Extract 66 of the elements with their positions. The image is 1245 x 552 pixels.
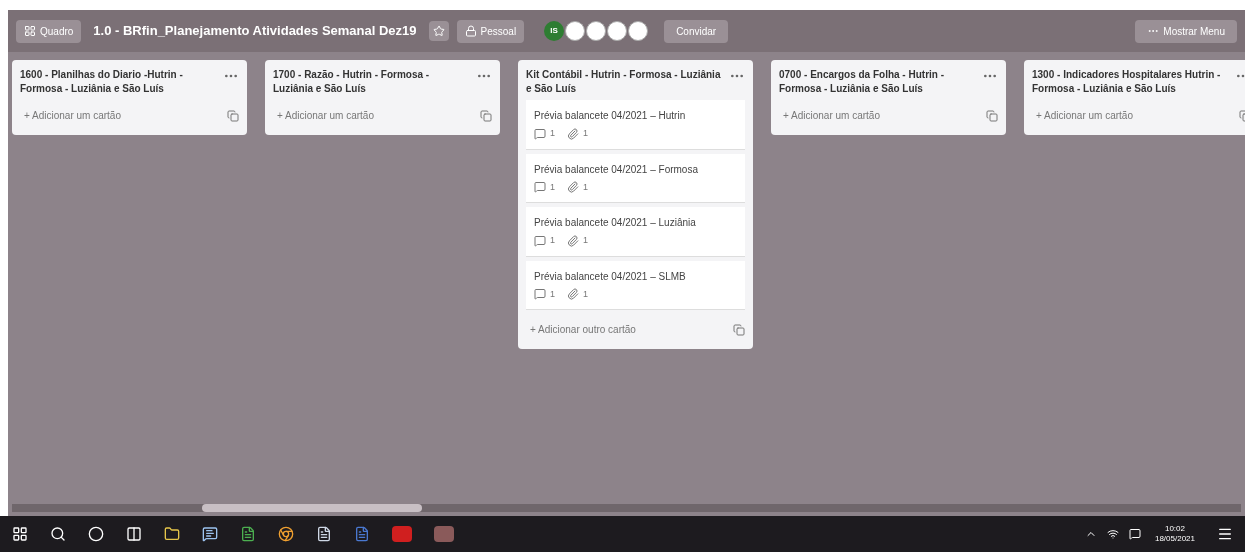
comment-count: 1 [550, 127, 555, 140]
list-title: 1700 - Razão - Hutrin - Formosa - Luziânia e São Luís [273, 68, 431, 96]
board-title: 1.0 - BRfin_Planejamento Atividades Semanal Dez19 [92, 22, 418, 41]
comment-icon [534, 288, 546, 301]
add-card-button[interactable]: + Adicionar um cartão [273, 104, 378, 127]
template-icon[interactable] [480, 109, 492, 122]
circle-icon[interactable] [88, 526, 104, 542]
member-avatar[interactable] [565, 21, 586, 41]
document-icon[interactable] [316, 526, 332, 542]
board-icon [24, 25, 36, 37]
card[interactable]: Prévia balancete 04/2021 – Luziânia 1 1 [526, 207, 745, 257]
member-avatar[interactable] [628, 21, 649, 41]
paperclip-icon [567, 127, 579, 140]
comment-count: 1 [550, 234, 555, 247]
list-title: Kit Contábil - Hutrin - Formosa - Luziânia e São Luís [526, 68, 721, 96]
comment-icon [534, 234, 546, 247]
folder-icon[interactable] [164, 526, 180, 542]
add-card-button[interactable]: + Adicionar outro cartão [526, 318, 640, 341]
paperclip-icon [567, 288, 579, 301]
template-icon[interactable] [986, 109, 998, 122]
card-title: Prévia balancete 04/2021 – SLMB [534, 269, 687, 284]
attachment-count: 1 [583, 127, 589, 140]
comment-count: 1 [550, 287, 555, 301]
board-button[interactable]: Quadro [16, 19, 82, 43]
clock-date[interactable]: 18/05/2021 [1154, 534, 1195, 544]
card-title: Prévia balancete 04/2021 – Luziânia [534, 216, 697, 230]
list-title: 1600 - Planilhas do Diario -Hutrin - Formosa - Luziânia e São Luís [20, 68, 184, 96]
member-avatar[interactable] [586, 21, 607, 41]
card-title: Prévia balancete 04/2021 – Formosa [534, 162, 699, 177]
star-button[interactable] [428, 21, 449, 41]
comment-icon [534, 181, 546, 194]
list-title: 1300 - Indicadores Hospitalares Hutrin - Formosa - Luziânia e São Luís [1032, 68, 1222, 96]
card[interactable]: Prévia balancete 04/2021 – Formosa 1 1 [526, 153, 745, 203]
comment-count: 1 [550, 180, 555, 194]
add-card-button[interactable]: + Adicionar um cartão [779, 104, 884, 127]
template-icon[interactable] [227, 109, 239, 122]
list-title: 0700 - Encargos da Folha - Hutrin - Formosa - Luziânia e São Luís [779, 68, 946, 96]
star-icon [432, 25, 445, 37]
add-card-button[interactable]: + Adicionar um cartão [20, 104, 125, 127]
windows-start-icon[interactable] [12, 526, 28, 542]
attachment-count: 1 [583, 287, 589, 301]
comment-icon [534, 127, 546, 140]
task-view-icon[interactable] [126, 526, 142, 542]
clock-time[interactable]: 10:02 [1164, 524, 1185, 534]
show-menu-button[interactable]: Mostrar Menu [1135, 19, 1237, 43]
browser-icon[interactable] [278, 526, 294, 542]
card[interactable]: Prévia balancete 04/2021 – Hutrin 1 1 [526, 100, 745, 150]
invite-button[interactable]: Convidar [664, 19, 729, 43]
scrollbar-thumb[interactable] [202, 504, 422, 512]
template-icon[interactable] [733, 323, 745, 336]
attachment-count: 1 [583, 234, 589, 247]
search-icon[interactable] [50, 526, 66, 542]
wifi-icon[interactable] [1106, 528, 1119, 540]
paperclip-icon [567, 234, 579, 247]
lock-icon [464, 25, 477, 37]
add-card-button[interactable]: + Adicionar um cartão [1032, 104, 1137, 127]
member-avatar[interactable] [607, 21, 628, 41]
card-title: Prévia balancete 04/2021 – Hutrin [534, 109, 687, 123]
visibility-button[interactable]: Pessoal [456, 19, 525, 43]
app-icon[interactable] [392, 526, 412, 542]
attachment-count: 1 [583, 180, 589, 194]
card[interactable]: Prévia balancete 04/2021 – SLMB 1 1 [526, 260, 745, 310]
paperclip-icon [567, 181, 579, 194]
chat-icon[interactable] [202, 526, 218, 542]
speech-icon[interactable] [1128, 528, 1141, 540]
member-avatar[interactable]: IS [544, 21, 565, 41]
